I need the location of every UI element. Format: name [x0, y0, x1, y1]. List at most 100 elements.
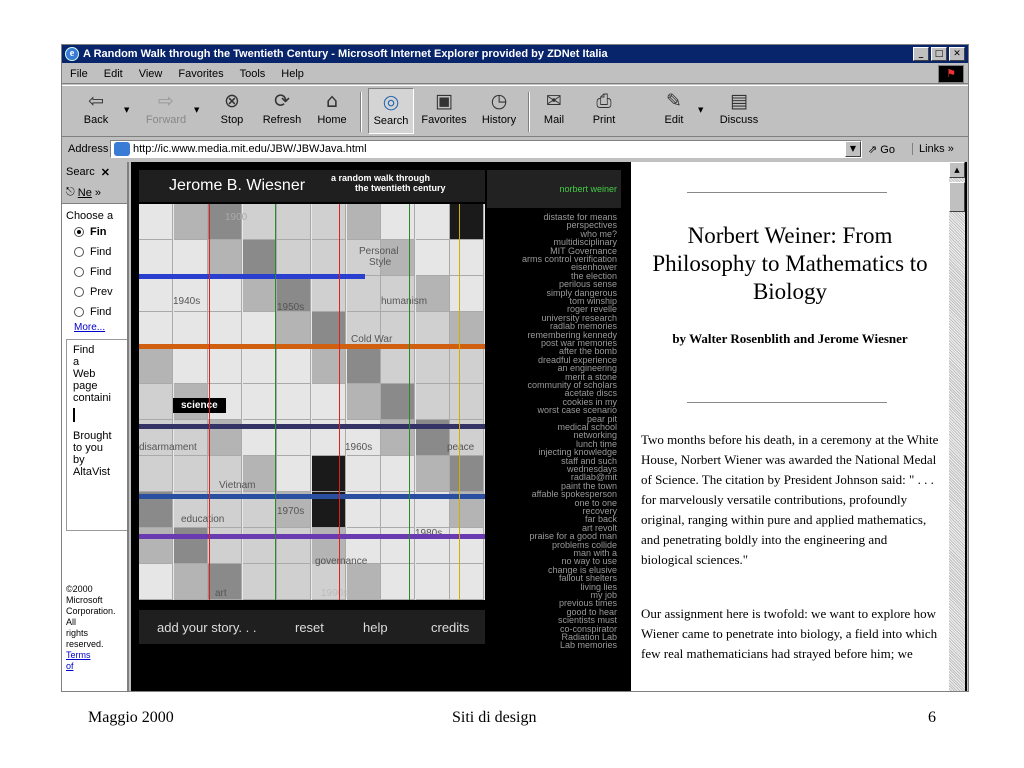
label-education[interactable]: education [181, 514, 224, 525]
refresh-button[interactable]: ⟳ Refresh [258, 88, 306, 134]
photo-tile[interactable] [139, 564, 173, 600]
photo-tile[interactable] [277, 240, 312, 276]
terms-link[interactable]: Terms [66, 650, 116, 661]
label-1990s[interactable]: 1990s [321, 588, 348, 599]
photo-tile[interactable] [208, 348, 243, 384]
photo-tile[interactable] [312, 312, 346, 348]
photo-tile[interactable] [415, 564, 450, 600]
terms-link-2[interactable]: of [66, 661, 116, 672]
photo-tile[interactable] [208, 276, 243, 312]
photo-tile[interactable] [312, 384, 346, 420]
photo-tile[interactable] [450, 240, 485, 276]
photo-tile[interactable] [173, 240, 208, 276]
photo-tile[interactable] [139, 456, 173, 492]
photo-tile[interactable] [277, 564, 312, 600]
topic-header[interactable]: norbert weiner [487, 170, 621, 208]
photo-tile[interactable] [139, 240, 173, 276]
search-option-5[interactable]: Find [62, 302, 127, 322]
menu-favorites[interactable]: Favorites [170, 68, 231, 80]
stop-button[interactable]: ⊗ Stop [212, 88, 252, 134]
back-dropdown[interactable]: ▼ [124, 106, 129, 114]
photo-tile[interactable] [415, 456, 450, 492]
photo-tile[interactable] [312, 240, 346, 276]
label-science[interactable]: science [173, 398, 226, 413]
mail-button[interactable]: ✉ Mail [534, 88, 574, 134]
menu-help[interactable]: Help [273, 68, 312, 80]
search-button[interactable]: ◎ Search [368, 88, 414, 134]
label-humanism[interactable]: humanism [381, 296, 427, 307]
photo-tile[interactable] [346, 564, 381, 600]
photo-tile[interactable] [242, 348, 277, 384]
photo-tile[interactable] [208, 312, 243, 348]
photo-tile[interactable] [242, 276, 277, 312]
label-peace[interactable]: peace [447, 442, 474, 453]
photo-tile[interactable] [450, 204, 485, 240]
photo-tile[interactable] [277, 384, 312, 420]
label-1950s[interactable]: 1950s [277, 302, 304, 313]
label-1960s[interactable]: 1960s [345, 442, 372, 453]
minimize-button[interactable]: _ [913, 47, 929, 61]
photo-tile[interactable] [277, 204, 312, 240]
photo-tile[interactable] [139, 348, 173, 384]
forward-button[interactable]: ⇨ Forward [142, 88, 190, 134]
photo-tile[interactable] [173, 312, 208, 348]
photo-tile[interactable] [312, 348, 346, 384]
photo-tile[interactable] [450, 348, 485, 384]
menu-view[interactable]: View [131, 68, 171, 80]
search-option-4[interactable]: Prev [62, 282, 127, 302]
photo-tile[interactable] [173, 348, 208, 384]
photo-tile[interactable] [277, 312, 312, 348]
label-vietnam[interactable]: Vietnam [219, 480, 256, 491]
photo-tile[interactable] [346, 204, 381, 240]
photo-tile[interactable] [277, 456, 312, 492]
photo-tile[interactable] [415, 348, 450, 384]
photo-tile[interactable] [173, 204, 208, 240]
photo-tile[interactable] [415, 384, 450, 420]
maximize-button[interactable]: □ [931, 47, 947, 61]
label-style[interactable]: Style [369, 257, 391, 268]
photo-tile[interactable] [381, 204, 416, 240]
home-button[interactable]: ⌂ Home [312, 88, 352, 134]
topic-item[interactable]: Lab memories [560, 640, 617, 650]
photo-tile[interactable] [346, 384, 381, 420]
photo-mosaic-grid[interactable]: 1900 Personal Style 1940s 1950s humanism… [139, 204, 485, 600]
print-button[interactable]: ⎙ Print [584, 88, 624, 134]
photo-tile[interactable] [242, 204, 277, 240]
search-input[interactable] [73, 408, 75, 422]
close-button[interactable]: ✕ [949, 47, 965, 61]
new-search-button[interactable]: ⎋ Ne » [62, 182, 127, 204]
photo-tile[interactable] [415, 204, 450, 240]
photo-tile[interactable] [173, 456, 208, 492]
edit-dropdown[interactable]: ▼ [698, 106, 703, 114]
photo-tile[interactable] [346, 456, 381, 492]
reset-button[interactable]: reset [295, 620, 324, 635]
menu-file[interactable]: File [62, 68, 96, 80]
more-link[interactable]: More... [62, 322, 127, 333]
photo-tile[interactable] [415, 240, 450, 276]
label-personal[interactable]: Personal [359, 246, 398, 257]
scroll-thumb[interactable] [949, 182, 965, 212]
discuss-button[interactable]: ▤ Discuss [716, 88, 762, 134]
photo-tile[interactable] [139, 276, 173, 312]
label-1970s[interactable]: 1970s [277, 506, 304, 517]
menu-edit[interactable]: Edit [96, 68, 131, 80]
go-button[interactable]: ⇗ Go [868, 143, 912, 156]
photo-tile[interactable] [450, 456, 485, 492]
links-button[interactable]: Links » [912, 143, 954, 155]
photo-tile[interactable] [139, 384, 173, 420]
favorites-button[interactable]: ▣ Favorites [418, 88, 470, 134]
photo-tile[interactable] [450, 276, 485, 312]
photo-tile[interactable] [450, 564, 485, 600]
photo-tile[interactable] [312, 456, 346, 492]
photo-tile[interactable] [242, 564, 277, 600]
credits-button[interactable]: credits [431, 620, 469, 635]
back-button[interactable]: ⇦ Back [74, 88, 118, 134]
menu-tools[interactable]: Tools [232, 68, 274, 80]
photo-tile[interactable] [173, 564, 208, 600]
photo-tile[interactable] [208, 240, 243, 276]
search-option-1[interactable]: Fin [62, 222, 127, 242]
address-input[interactable]: http://ic.www.media.mit.edu/JBW/JBWJava.… [110, 140, 862, 158]
photo-tile[interactable] [346, 348, 381, 384]
add-story-button[interactable]: add your story. . . [157, 620, 256, 635]
photo-tile[interactable] [381, 564, 416, 600]
